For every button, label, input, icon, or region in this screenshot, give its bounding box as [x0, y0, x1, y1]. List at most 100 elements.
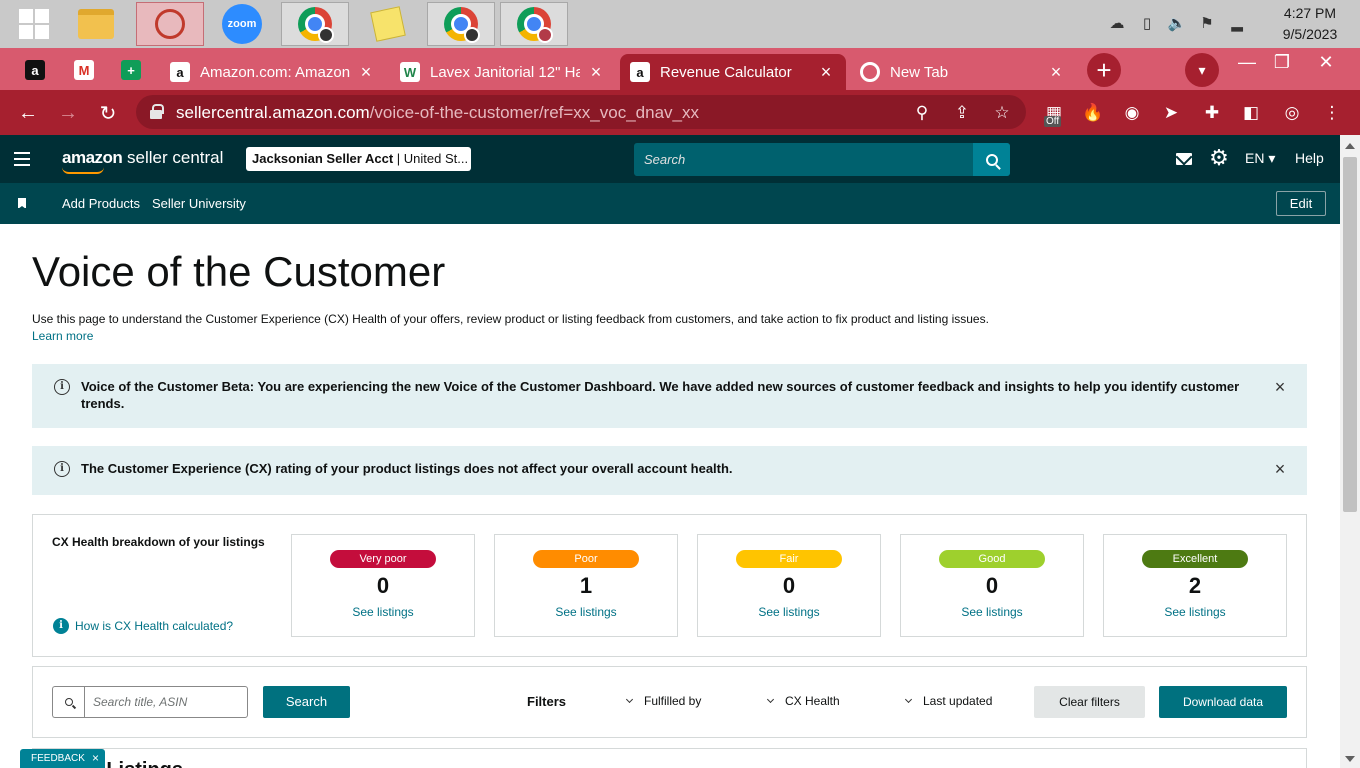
restore-icon[interactable]: ❐ [1262, 48, 1302, 76]
see-listings-link[interactable]: See listings [698, 605, 880, 619]
cx-rating-banner: i The Customer Experience (CX) rating of… [32, 446, 1307, 495]
forward-icon[interactable]: → [53, 98, 83, 128]
close-icon[interactable]: × [1273, 378, 1287, 396]
extension-badge: Off [1044, 116, 1062, 127]
circle-extension-icon[interactable]: ◉ [1119, 100, 1145, 126]
chrome-icon[interactable] [427, 2, 495, 46]
bookmark-icon[interactable] [18, 198, 26, 209]
search-icon [985, 153, 998, 166]
language-selector[interactable]: EN ▾ [1245, 150, 1275, 167]
profile-avatar-icon[interactable]: ◎ [1279, 100, 1305, 126]
cx-health-card: Excellent 2 See listings [1103, 534, 1287, 637]
side-panel-icon[interactable]: ◧ [1238, 100, 1264, 126]
file-explorer-icon[interactable] [62, 2, 130, 46]
see-listings-link[interactable]: See listings [495, 605, 677, 619]
fire-extension-icon[interactable]: 🔥 [1080, 100, 1106, 126]
amazon-icon: a [25, 60, 45, 80]
battery-icon[interactable]: ▯ [1137, 14, 1157, 34]
back-icon[interactable]: ← [13, 98, 43, 128]
hamburger-menu-icon[interactable] [14, 152, 30, 166]
windows-start-icon[interactable] [0, 2, 68, 46]
search-button[interactable]: Search [263, 686, 350, 718]
clock-time: 4:27 PM [1283, 5, 1337, 21]
weather-icon[interactable]: ☁ [1107, 14, 1127, 34]
account-switcher[interactable]: Jacksonian Seller Acct | United St... [246, 147, 471, 171]
close-window-icon[interactable]: ✕ [1306, 48, 1346, 76]
bookmark-star-icon[interactable]: ☆ [990, 101, 1014, 125]
chevron-down-icon [904, 695, 913, 704]
cx-health-help-link[interactable]: i How is CX Health calculated? [53, 618, 233, 634]
mail-icon[interactable] [1176, 153, 1192, 165]
feedback-tab[interactable]: FEEDBACK × [20, 749, 105, 768]
filters-label: Filters [527, 694, 567, 709]
lock-icon[interactable] [150, 104, 164, 119]
sticky-notes-icon[interactable] [354, 2, 422, 46]
amazon-icon: a [630, 62, 650, 82]
amazon-smile-icon [62, 167, 104, 174]
fulfilled-by-dropdown[interactable]: Fulfilled by [625, 694, 701, 708]
edit-button[interactable]: Edit [1276, 191, 1326, 216]
seller-central-logo[interactable]: amazon seller central [62, 148, 223, 168]
pinned-tab-sheets[interactable]: + [113, 52, 149, 88]
zoom-out-icon[interactable]: ⚲ [910, 101, 934, 125]
clock[interactable]: 4:27 PM 9/5/2023 [1260, 3, 1360, 45]
minimize-icon[interactable]: — [1227, 48, 1267, 76]
sheets-icon: + [121, 60, 141, 80]
cx-rating-banner-text: The Customer Experience (CX) rating of y… [81, 461, 733, 476]
puzzle-extension-icon[interactable]: ✚ [1199, 100, 1225, 126]
last-updated-dropdown[interactable]: Last updated [904, 694, 992, 708]
cx-health-badge: Excellent [1142, 550, 1248, 568]
pinned-tab-amazon[interactable]: a [17, 52, 53, 88]
search-icon [52, 686, 84, 718]
seller-university-link[interactable]: Seller University [152, 196, 246, 211]
menu-dots-icon[interactable]: ⋮ [1319, 100, 1345, 126]
cx-health-badge: Very poor [330, 550, 436, 568]
info-icon: i [54, 379, 70, 395]
see-listings-link[interactable]: See listings [901, 605, 1083, 619]
chrome-icon[interactable] [281, 2, 349, 46]
close-icon[interactable]: × [586, 62, 606, 83]
chevron-down-icon [766, 695, 775, 704]
gear-icon[interactable]: ⚙ [1208, 147, 1230, 169]
see-listings-link[interactable]: See listings [1104, 605, 1286, 619]
page-scrollbar[interactable] [1340, 135, 1360, 768]
cx-health-badge: Fair [736, 550, 842, 568]
see-listings-link[interactable]: See listings [292, 605, 474, 619]
scroll-down-icon[interactable] [1345, 756, 1355, 762]
zoom-icon[interactable]: zoom [208, 2, 276, 46]
tab-new-tab[interactable]: New Tab × [850, 54, 1076, 90]
listing-search-input[interactable]: Search title, ASIN [84, 686, 248, 718]
close-icon[interactable]: × [92, 749, 99, 768]
seller-search-input[interactable]: Search [634, 143, 973, 176]
new-tab-button[interactable]: + [1087, 53, 1121, 87]
tab-amazon[interactable]: a Amazon.com: Amazon × [160, 54, 386, 90]
help-link[interactable]: Help [1295, 150, 1324, 166]
tab-revenue-calculator[interactable]: a Revenue Calculator × [620, 54, 846, 90]
reload-icon[interactable]: ↻ [93, 98, 123, 128]
snipping-tool-icon[interactable] [136, 2, 204, 46]
volume-icon[interactable]: 🔈 [1167, 14, 1187, 34]
learn-more-link[interactable]: Learn more [32, 329, 93, 343]
seller-central-header: amazon seller central Jacksonian Seller … [0, 135, 1340, 183]
tab-lavex[interactable]: W Lavex Janitorial 12" Ha × [390, 54, 616, 90]
flag-icon[interactable]: ⚑ [1197, 14, 1217, 34]
seller-search-button[interactable] [973, 143, 1010, 176]
close-icon[interactable]: × [356, 62, 376, 83]
cursor-extension-icon[interactable]: ➤ [1158, 100, 1184, 126]
scroll-up-icon[interactable] [1345, 143, 1355, 149]
network-icon[interactable]: ▂ [1227, 14, 1247, 34]
address-bar[interactable]: sellercentral.amazon.com/voice-of-the-cu… [136, 95, 1026, 129]
cx-health-dropdown[interactable]: CX Health [766, 694, 840, 708]
chrome-icon[interactable] [500, 2, 568, 46]
tab-search-button[interactable]: ▾ [1185, 53, 1219, 87]
close-icon[interactable]: × [1046, 62, 1066, 83]
listing-filter-bar: Search title, ASIN Search Filters Fulfil… [32, 666, 1307, 738]
clear-filters-button[interactable]: Clear filters [1034, 686, 1145, 718]
add-products-link[interactable]: Add Products [62, 196, 140, 211]
download-data-button[interactable]: Download data [1159, 686, 1287, 718]
close-icon[interactable]: × [816, 62, 836, 83]
close-icon[interactable]: × [1273, 460, 1287, 478]
share-icon[interactable]: ⇪ [950, 101, 974, 125]
scroll-thumb[interactable] [1343, 157, 1357, 512]
pinned-tab-gmail[interactable]: M [66, 52, 102, 88]
